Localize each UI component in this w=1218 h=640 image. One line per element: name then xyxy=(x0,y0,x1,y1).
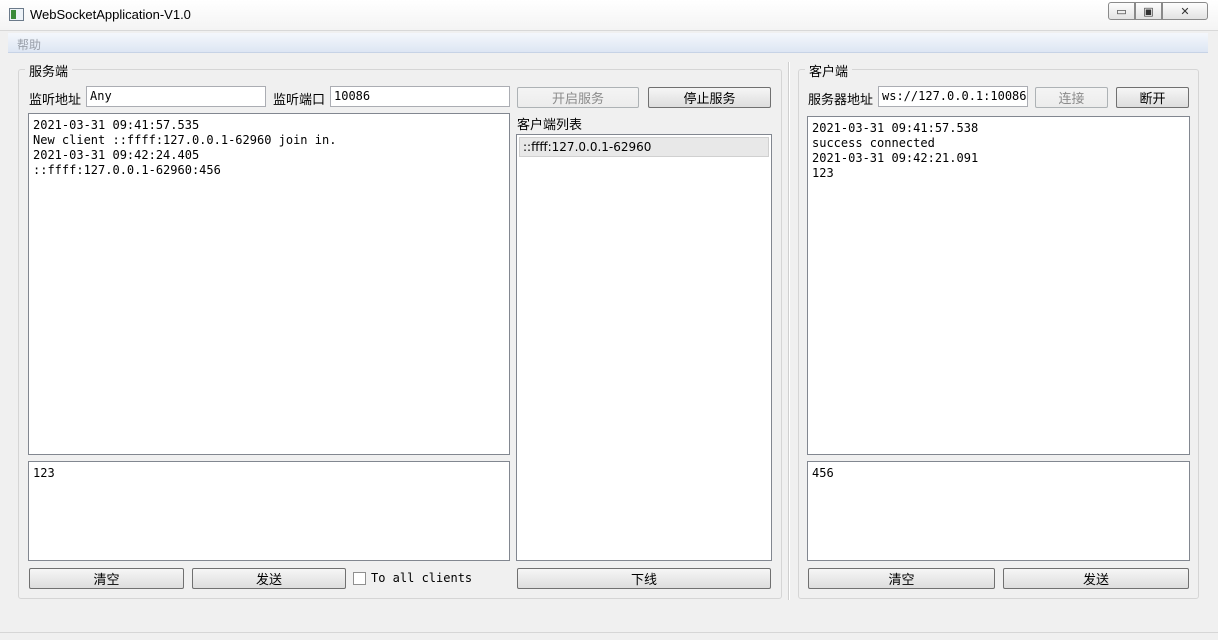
log-line: 2021-03-31 09:42:21.091 xyxy=(812,151,979,165)
client-send-input[interactable]: 456 xyxy=(807,461,1190,561)
minimize-button[interactable]: ▭ xyxy=(1108,2,1135,20)
log-line: 123 xyxy=(812,166,834,180)
server-address-label: 服务器地址 xyxy=(808,93,874,108)
log-line: 2021-03-31 09:42:24.405 xyxy=(33,148,200,162)
listen-port-input[interactable]: 10086 xyxy=(330,86,510,107)
log-line: 2021-03-31 09:41:57.538 xyxy=(812,121,979,135)
connect-button[interactable]: 连接 xyxy=(1035,87,1108,108)
server-send-input[interactable]: 123 xyxy=(28,461,510,561)
window-title: WebSocketApplication-V1.0 xyxy=(30,7,191,22)
list-item[interactable]: ::ffff:127.0.0.1-62960 xyxy=(519,137,769,157)
log-line: ::ffff:127.0.0.1-62960:456 xyxy=(33,163,221,177)
title-bar: WebSocketApplication-V1.0 ▭ ▣ ✕ xyxy=(0,0,1218,31)
disconnect-button[interactable]: 断开 xyxy=(1116,87,1189,108)
send-text: 123 xyxy=(33,466,55,480)
client-log[interactable]: 2021-03-31 09:41:57.538 success connecte… xyxy=(807,116,1190,455)
listen-address-label: 监听地址 xyxy=(29,93,82,108)
maximize-icon: ▣ xyxy=(1143,4,1154,18)
client-group-title: 客户端 xyxy=(805,61,853,80)
close-icon: ✕ xyxy=(1180,4,1190,18)
client-list[interactable]: ::ffff:127.0.0.1-62960 xyxy=(516,134,772,561)
maximize-button[interactable]: ▣ xyxy=(1135,2,1162,20)
start-service-button[interactable]: 开启服务 xyxy=(517,87,639,108)
server-send-button[interactable]: 发送 xyxy=(192,568,346,589)
splitter[interactable] xyxy=(788,62,790,600)
log-line: success connected xyxy=(812,136,935,150)
listen-port-label: 监听端口 xyxy=(273,93,326,108)
minimize-icon: ▭ xyxy=(1116,4,1127,18)
listen-address-input[interactable]: Any xyxy=(86,86,266,107)
client-list-label: 客户端列表 xyxy=(517,118,583,133)
to-all-clients-label: To all clients xyxy=(371,571,473,585)
offline-button[interactable]: 下线 xyxy=(517,568,771,589)
client-send-button[interactable]: 发送 xyxy=(1003,568,1189,589)
log-line: 2021-03-31 09:41:57.535 xyxy=(33,118,200,132)
log-line: New client ::ffff:127.0.0.1-62960 join i… xyxy=(33,133,337,147)
app-icon xyxy=(9,8,24,21)
menu-help[interactable]: 帮助 xyxy=(17,36,41,53)
server-clear-button[interactable]: 清空 xyxy=(29,568,184,589)
server-log[interactable]: 2021-03-31 09:41:57.535 New client ::fff… xyxy=(28,113,510,455)
server-group-title: 服务端 xyxy=(25,61,73,80)
send-text: 456 xyxy=(812,466,834,480)
close-button[interactable]: ✕ xyxy=(1162,2,1208,20)
server-address-input[interactable]: ws://127.0.0.1:10086 xyxy=(878,86,1028,107)
menu-bar: 帮助 xyxy=(8,33,1208,53)
stop-service-button[interactable]: 停止服务 xyxy=(648,87,771,108)
client-clear-button[interactable]: 清空 xyxy=(808,568,995,589)
to-all-clients-checkbox[interactable] xyxy=(353,572,366,585)
status-bar xyxy=(0,632,1218,640)
